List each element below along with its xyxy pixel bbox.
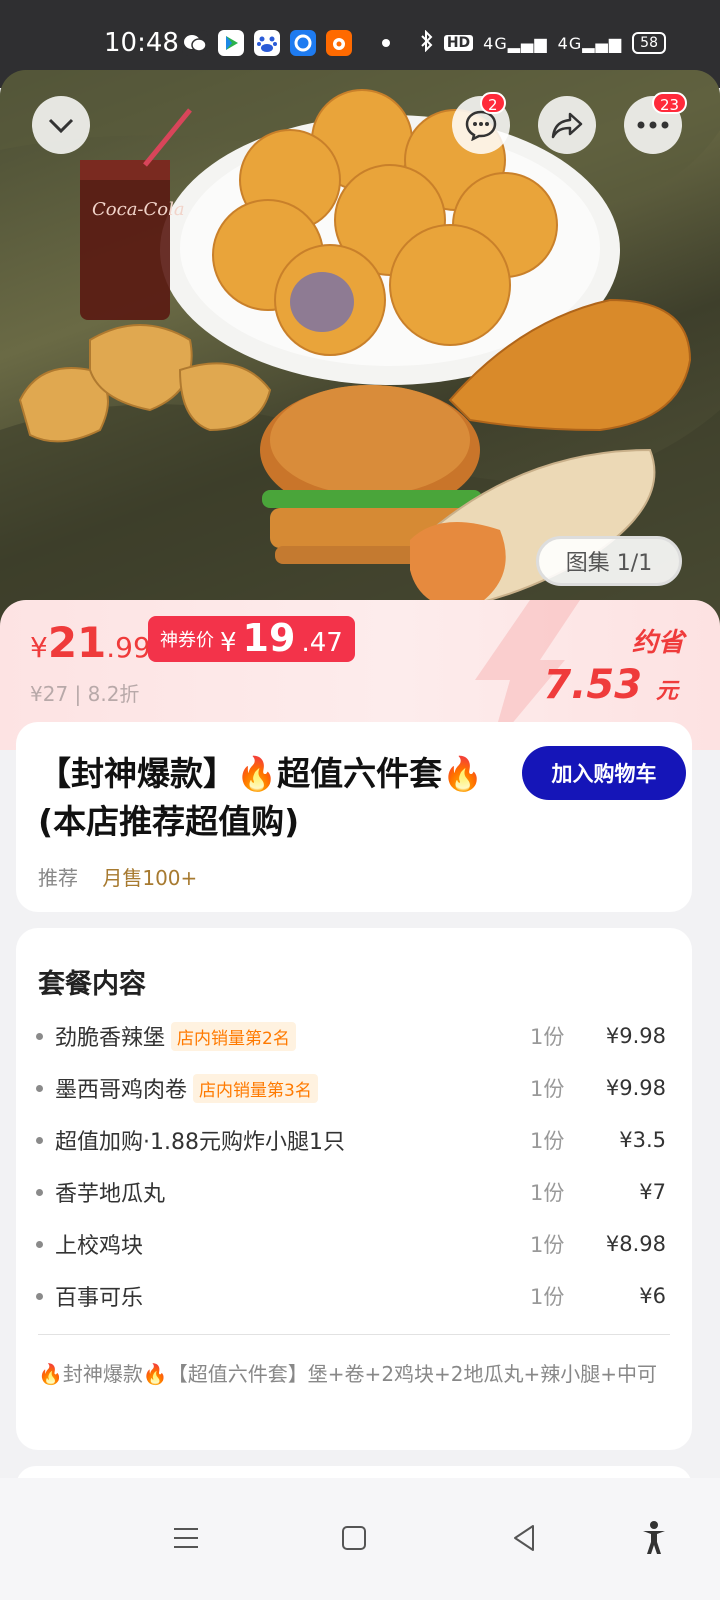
coupon-price-tag: 神券价 ¥19.47	[148, 616, 355, 662]
save-value: 7.53	[543, 662, 643, 708]
baidu-icon	[254, 30, 280, 56]
save-unit: 元	[655, 679, 678, 704]
item-name: 香芋地瓜丸	[55, 1182, 166, 1207]
triangle-back-icon	[514, 1525, 534, 1551]
gallery-indicator[interactable]: 图集 1/1	[536, 536, 682, 586]
item-quantity: 1份	[530, 1077, 565, 1101]
signal-icon-2: 4G▂▄▆	[557, 33, 623, 53]
item-quantity: 1份	[530, 1129, 565, 1153]
combo-item: 香芋地瓜丸 1份 ¥7	[36, 1166, 670, 1218]
combo-item: 百事可乐 1份 ¥6	[36, 1270, 670, 1322]
network-label: 4G	[483, 33, 508, 53]
network-label-2: 4G	[557, 33, 583, 53]
combo-item: 墨西哥鸡肉卷 店内销量第3名 1份 ¥9.98	[36, 1062, 670, 1114]
item-quantity: 1份	[530, 1233, 565, 1257]
notification-dot	[382, 39, 390, 47]
square-home-icon	[342, 1526, 366, 1550]
bullet-icon	[36, 1292, 43, 1300]
video-app-icon	[218, 30, 244, 56]
product-title: 【封神爆款】🔥超值六件套🔥(本店推荐超值购)	[38, 754, 484, 841]
item-name: 超值加购·1.88元购炸小腿1只	[55, 1130, 345, 1155]
item-name: 墨西哥鸡肉卷	[55, 1078, 188, 1103]
bullet-icon	[36, 1188, 43, 1196]
browser-icon	[290, 30, 316, 56]
combo-description: 🔥封神爆款🔥【超值六件套】堡+卷+2鸡块+2地瓜丸+辣小腿+中可	[38, 1362, 658, 1386]
item-quantity: 1份	[530, 1025, 565, 1049]
status-time: 10:48	[104, 28, 179, 58]
accessibility-icon	[643, 1521, 665, 1554]
bluetooth-icon	[420, 29, 434, 56]
share-icon	[551, 112, 583, 139]
product-meta: 推荐 月售100+	[38, 862, 197, 891]
share-button[interactable]	[538, 96, 596, 154]
wechat-icon	[182, 30, 208, 56]
item-quantity: 1份	[530, 1181, 565, 1205]
item-price: ¥7	[639, 1180, 666, 1204]
coupon-decimal: .47	[301, 628, 343, 658]
item-price: ¥9.98	[605, 1024, 666, 1048]
current-price: ¥21.99	[30, 618, 151, 667]
item-name: 劲脆香辣堡	[55, 1026, 166, 1051]
system-nav-bar	[0, 1478, 720, 1600]
more-badge: 23	[652, 92, 688, 114]
coupon-label: 神券价	[160, 630, 214, 651]
hd-icon: HD	[443, 35, 474, 51]
combo-item: 劲脆香辣堡 店内销量第2名 1份 ¥9.98	[36, 1010, 670, 1062]
item-price: ¥6	[639, 1284, 666, 1308]
bullet-icon	[36, 1032, 43, 1040]
status-app-icons	[182, 30, 390, 56]
item-price: ¥8.98	[605, 1232, 666, 1256]
combo-contents-card: 套餐内容 劲脆香辣堡 店内销量第2名 1份 ¥9.98 墨西哥鸡肉卷 店内销量第…	[16, 928, 692, 1450]
bullet-icon	[36, 1084, 43, 1092]
battery-indicator: 58	[632, 32, 666, 54]
bullet-icon	[36, 1136, 43, 1144]
price-integer: 21	[47, 618, 107, 667]
monthly-sales: 月售100+	[102, 866, 198, 890]
more-dots-icon	[637, 121, 669, 129]
combo-item: 超值加购·1.88元购炸小腿1只 1份 ¥3.5	[36, 1114, 670, 1166]
recommend-label: 推荐	[38, 866, 78, 890]
combo-title: 套餐内容	[38, 969, 146, 1000]
accessibility-button[interactable]	[624, 1508, 684, 1568]
menu-icon	[174, 1528, 198, 1548]
svg-text:Coca-Cola: Coca-Cola	[92, 199, 185, 220]
item-price: ¥3.5	[619, 1128, 666, 1152]
price-decimal: .99	[106, 631, 151, 664]
add-to-cart-button[interactable]: 加入购物车	[522, 746, 686, 800]
item-name: 上校鸡块	[55, 1234, 144, 1259]
item-name: 百事可乐	[55, 1286, 144, 1311]
coupon-integer: 19	[242, 616, 296, 660]
status-indicators: HD 4G▂▄▆ 4G▂▄▆ 58	[420, 29, 666, 56]
menu-nav-button[interactable]	[156, 1508, 216, 1568]
original-price: ¥27 | 8.2折	[30, 682, 140, 706]
back-nav-button[interactable]	[494, 1508, 554, 1568]
divider	[38, 1334, 670, 1335]
bullet-icon	[36, 1240, 43, 1248]
combo-item-list: 劲脆香辣堡 店内销量第2名 1份 ¥9.98 墨西哥鸡肉卷 店内销量第3名 1份…	[36, 1010, 670, 1322]
home-nav-button[interactable]	[324, 1508, 384, 1568]
coupon-currency: ¥	[220, 628, 237, 658]
signal-icon: 4G▂▄▆	[483, 33, 548, 53]
item-price: ¥9.98	[605, 1076, 666, 1100]
product-info-card: 【封神爆款】🔥超值六件套🔥(本店推荐超值购) 加入购物车 推荐 月售100+	[16, 722, 692, 912]
save-amount: 7.53 元	[543, 662, 678, 708]
item-quantity: 1份	[530, 1285, 565, 1309]
combo-item: 上校鸡块 1份 ¥8.98	[36, 1218, 670, 1270]
price-currency: ¥	[30, 631, 48, 664]
collapse-button[interactable]	[32, 96, 90, 154]
item-rank-tag: 店内销量第2名	[171, 1021, 296, 1051]
taobao-icon	[326, 30, 352, 56]
chevron-down-icon	[48, 118, 74, 134]
save-label: 约省	[631, 628, 684, 658]
message-badge: 2	[480, 92, 506, 114]
item-rank-tag: 店内销量第3名	[193, 1073, 318, 1103]
